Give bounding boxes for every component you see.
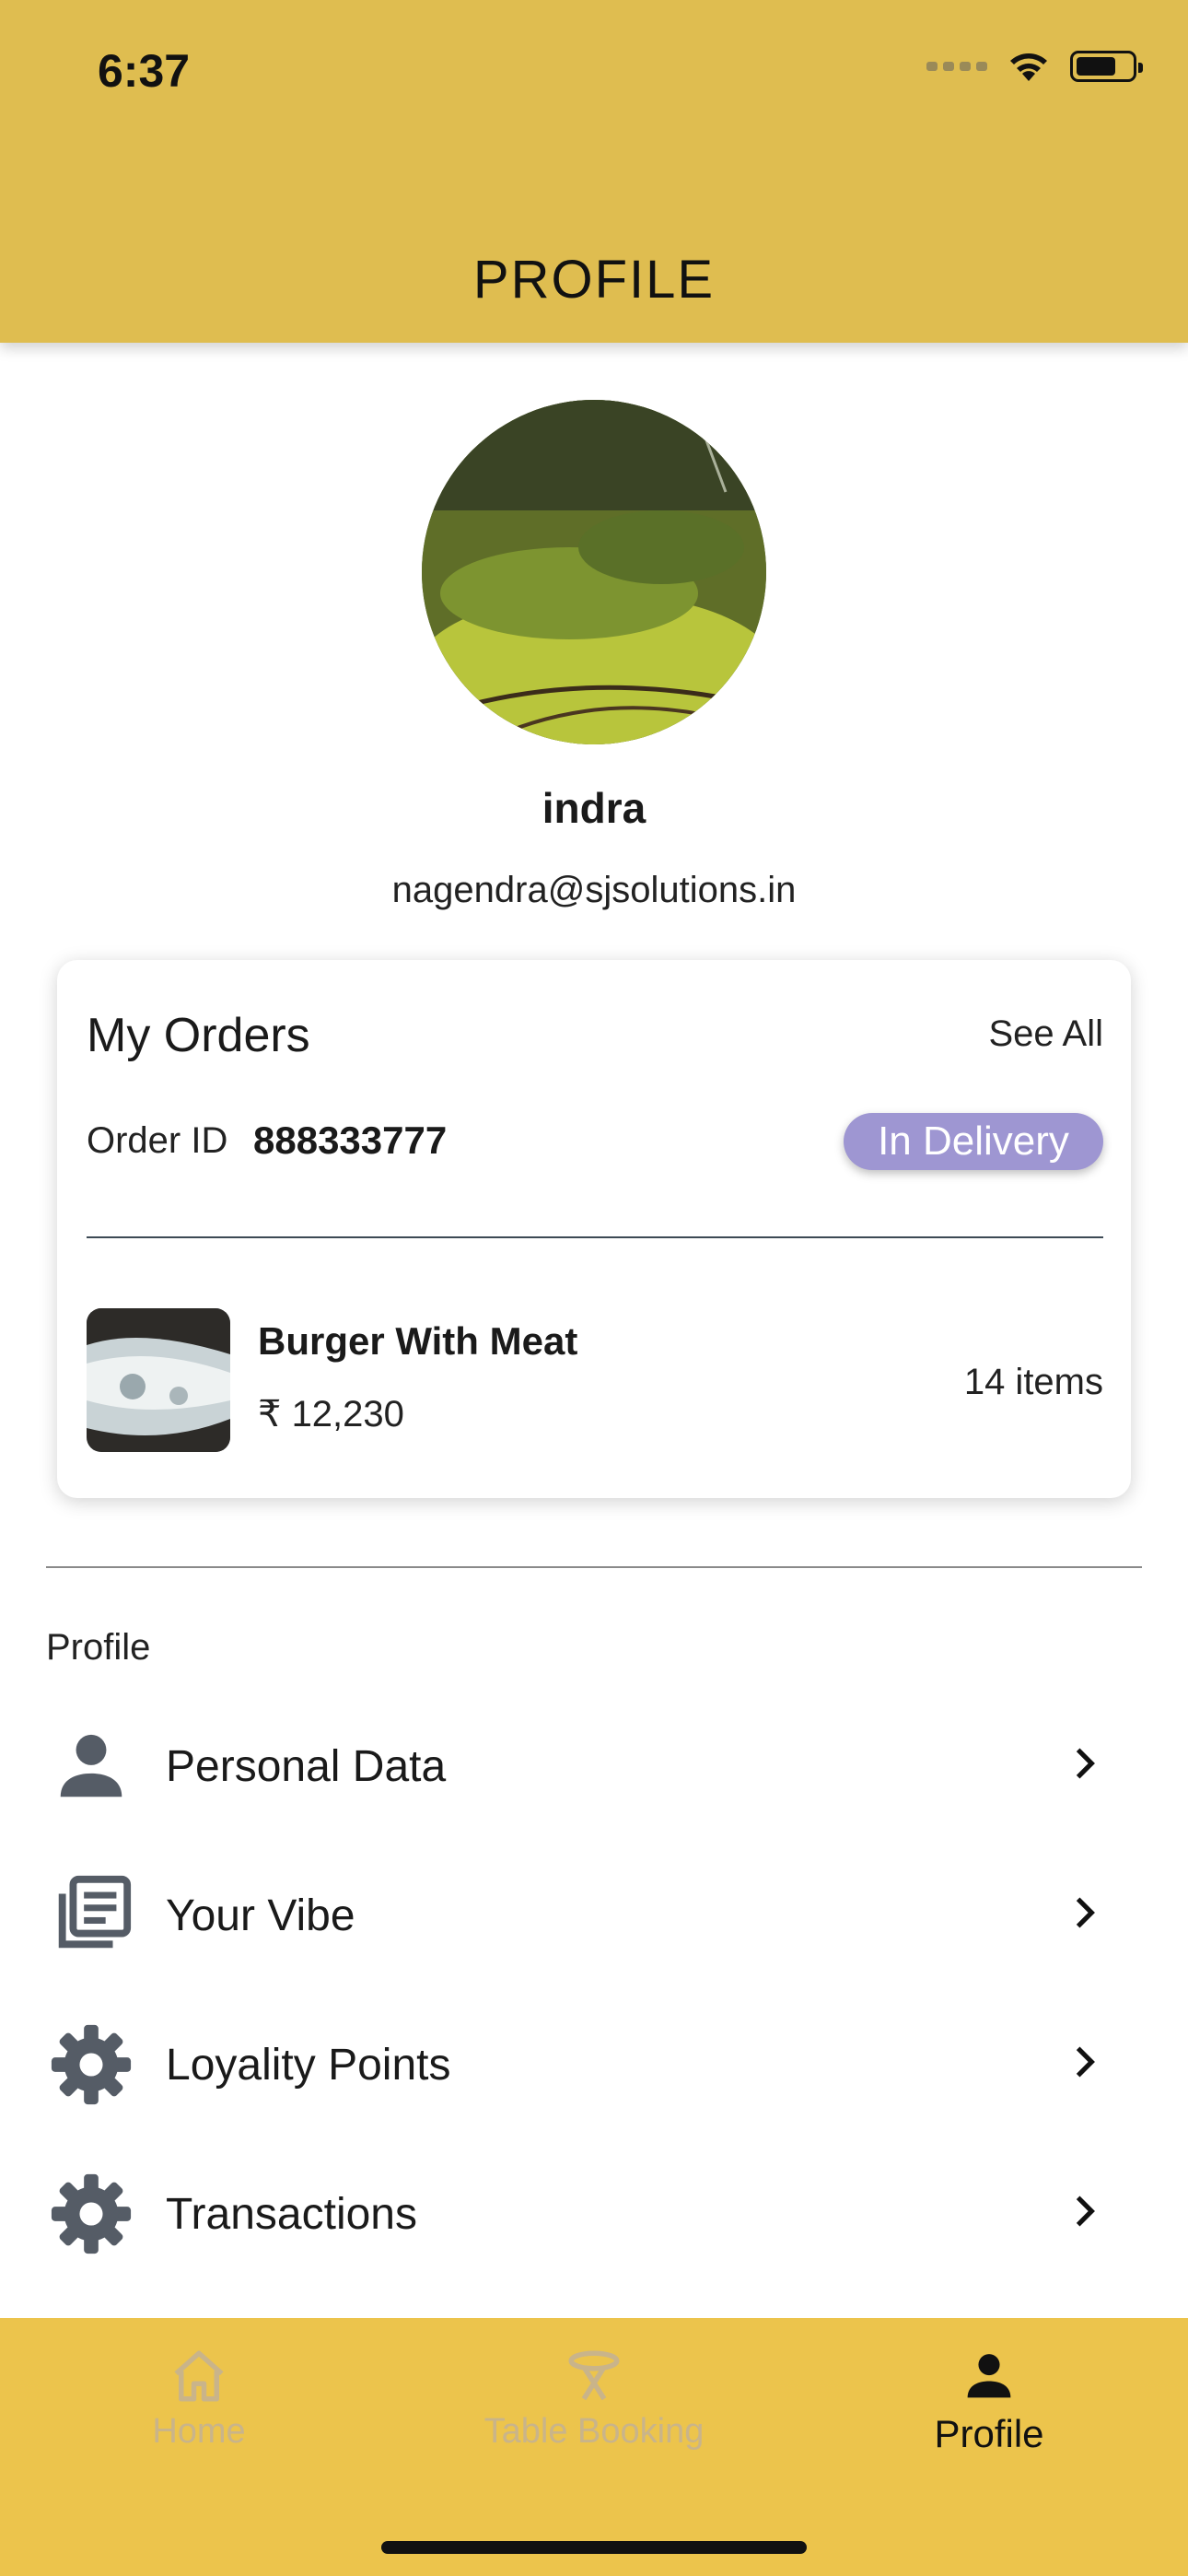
user-name: indra [542,784,646,832]
menu-item-label: Personal Data [166,1742,447,1791]
nav-label: Home [152,2412,246,2451]
page-title: PROFILE [472,250,716,310]
nav-label: Table Booking [483,2412,705,2451]
order-item-price: ₹ 12,230 [258,1394,404,1434]
nav-label: Profile [934,2412,1044,2455]
nav-tab-profile[interactable]: Profile [805,2346,1173,2456]
order-item-name: Burger With Meat [258,1319,578,1363]
card-divider [87,1236,1103,1238]
menu-item-label: Transactions [166,2190,417,2239]
wifi-icon [1010,53,1047,81]
status-time: 6:37 [98,45,191,97]
order-item-thumbnail[interactable] [87,1308,230,1452]
status-badge: In Delivery [844,1113,1103,1170]
orders-title: My Orders [87,1009,310,1062]
order-id-value: 888333777 [253,1118,448,1162]
nav-tab-table-booking[interactable]: Table Booking [410,2346,778,2452]
menu-item-loyality-points[interactable]: Loyality Points [0,1986,1188,2136]
chevron-right-icon [1076,2046,1095,2078]
bottom-nav: Home Table Booking Profile [0,2318,1188,2576]
signal-icon [926,62,987,71]
menu-item-personal-data[interactable]: Personal Data [0,1688,1188,1837]
avatar-photo [422,400,766,744]
menu-item-label: Your Vibe [166,1891,355,1940]
battery-icon [1070,51,1143,82]
avatar[interactable] [422,400,766,744]
gear-icon [51,2173,132,2254]
home-indicator [381,2541,807,2554]
nav-tab-home[interactable]: Home [15,2346,383,2452]
gear-icon [51,2024,132,2105]
chevron-right-icon [1076,2195,1095,2227]
person-icon [60,1734,122,1797]
section-divider [46,1566,1142,1568]
orders-card: My Orders See All Order ID 888333777 In … [57,960,1131,1498]
user-email: nagendra@sjsolutions.in [391,870,797,910]
section-label: Profile [46,1627,151,1668]
menu-item-transactions[interactable]: Transactions [0,2136,1188,2285]
status-icons [926,50,1143,83]
chevron-right-icon [1076,1748,1095,1779]
menu-item-your-vibe[interactable]: Your Vibe [0,1837,1188,1986]
order-item-count: 14 items [963,1362,1103,1402]
order-id-label: Order ID [87,1120,228,1161]
chevron-right-icon [1076,1897,1095,1928]
library-books-icon [58,1875,132,1949]
menu-item-label: Loyality Points [166,2041,451,2090]
home-icon [174,2350,224,2402]
see-all-link[interactable]: See All [988,1013,1103,1055]
app-header: 6:37 PROFILE [0,0,1188,343]
person-icon [967,2354,1011,2398]
table-icon [568,2350,620,2401]
